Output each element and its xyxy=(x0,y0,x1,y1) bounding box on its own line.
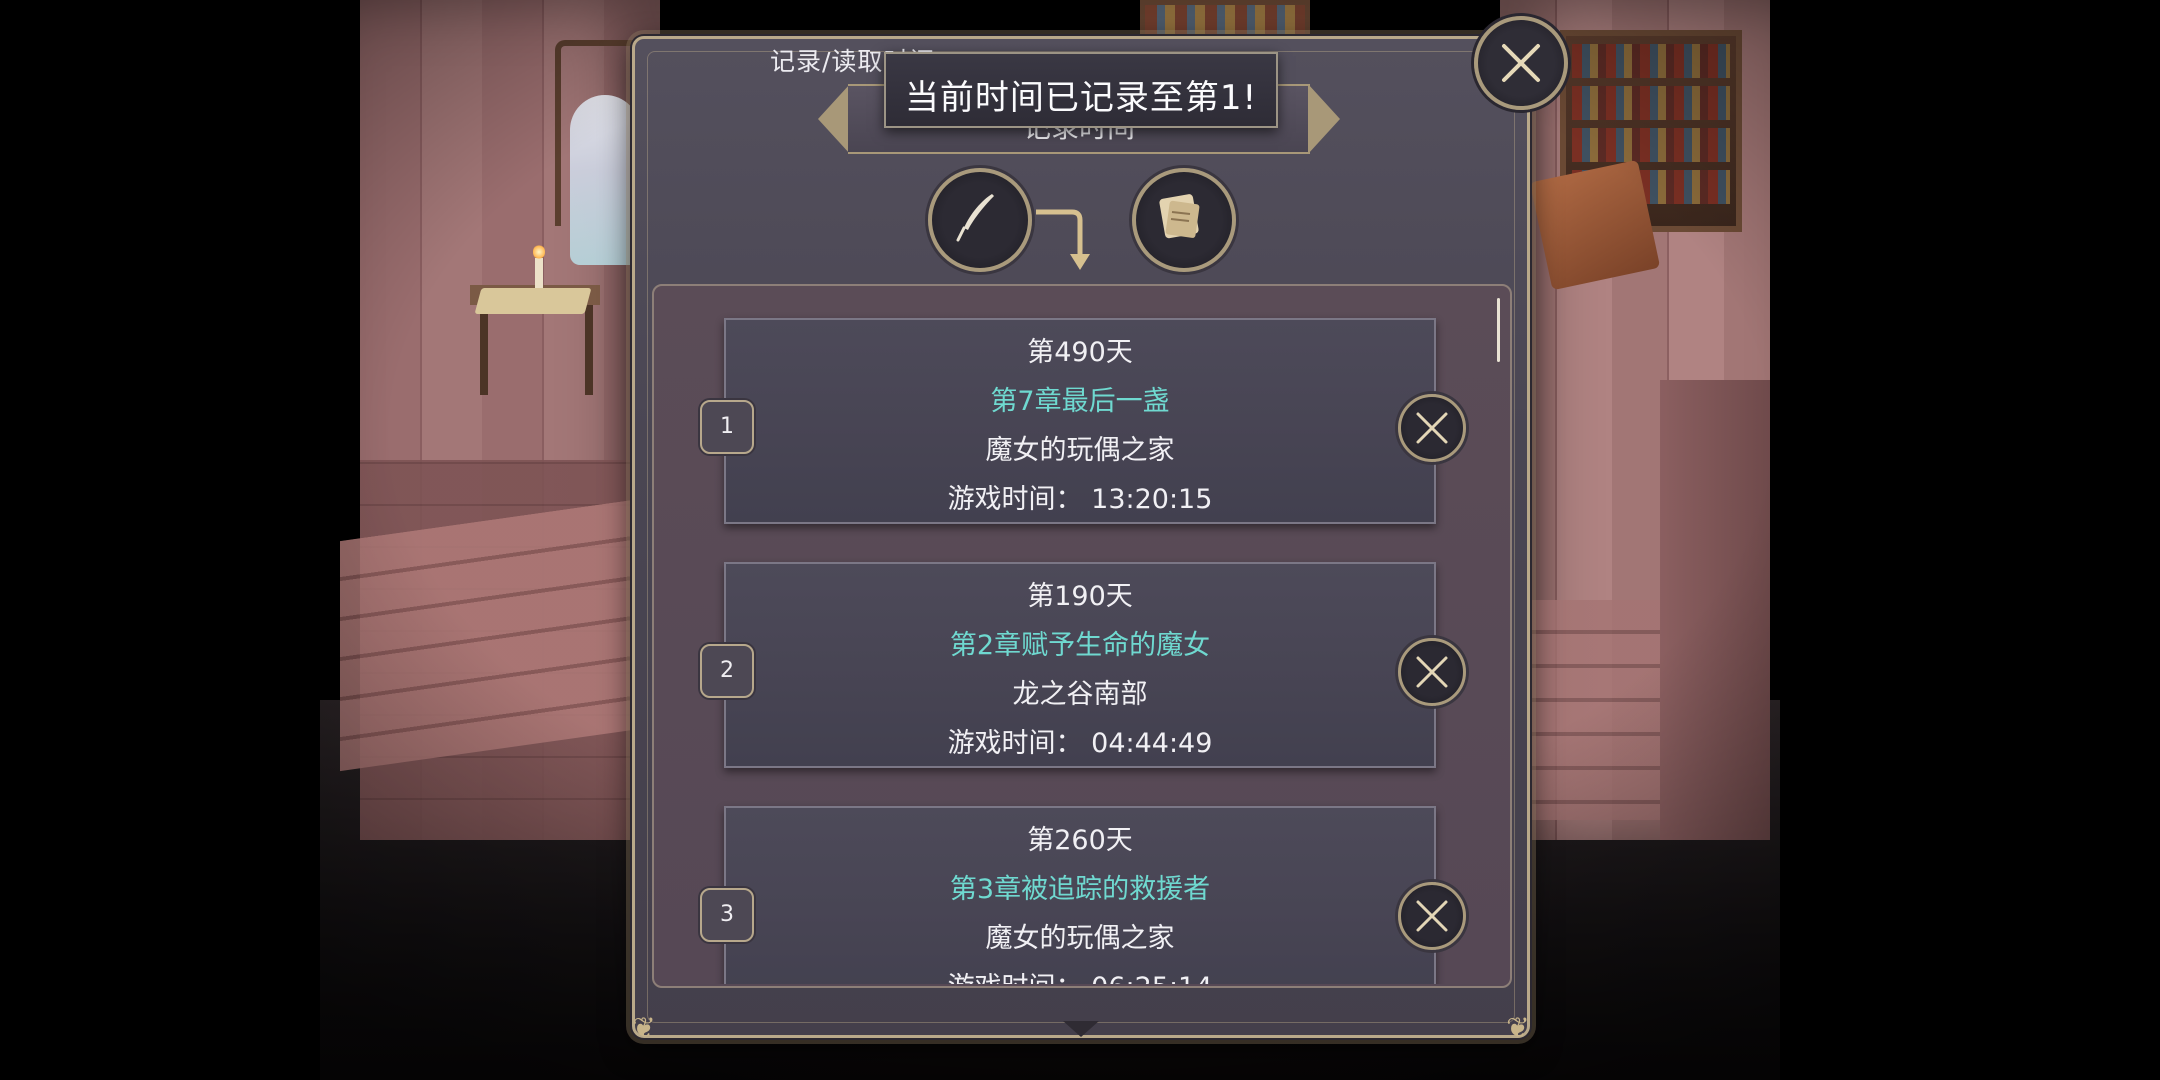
save-slot-3[interactable]: 第260天 第3章被追踪的救援者 魔女的玩偶之家 游戏时间： 06:25:14 xyxy=(724,806,1436,984)
slot-day: 第260天 xyxy=(1027,825,1133,856)
slot-playtime: 游戏时间： 06:25:14 xyxy=(726,965,1434,984)
save-mode-button[interactable] xyxy=(928,168,1032,272)
quill-pen-icon xyxy=(956,194,994,242)
ornament-corner-icon: ❦ xyxy=(632,1011,656,1044)
slot-clip-region: 第260天 第3章被追踪的救援者 魔女的玩偶之家 游戏时间： 06:25:14 … xyxy=(652,284,1508,984)
ornament-corner-icon: ❦ xyxy=(1506,1011,1530,1044)
curved-arrow-down-icon xyxy=(1036,209,1090,270)
slot-location: 魔女的玩偶之家 xyxy=(985,923,1175,954)
bottom-chevron-icon xyxy=(1063,1021,1099,1037)
delete-x-icon xyxy=(1416,900,1448,932)
close-button[interactable] xyxy=(1474,16,1568,110)
toast-message: 当前时间已记录至第1! xyxy=(904,78,1258,118)
scroll-icon xyxy=(1159,194,1200,239)
slot-chapter: 第3章被追踪的救援者 xyxy=(949,874,1211,905)
slot-number-badge: 3 xyxy=(700,888,754,942)
toast-notification: 当前时间已记录至第1! xyxy=(884,52,1278,128)
load-mode-button[interactable] xyxy=(1132,168,1236,272)
delete-slot-3-button[interactable] xyxy=(1398,882,1466,950)
close-x-icon xyxy=(1502,44,1540,82)
